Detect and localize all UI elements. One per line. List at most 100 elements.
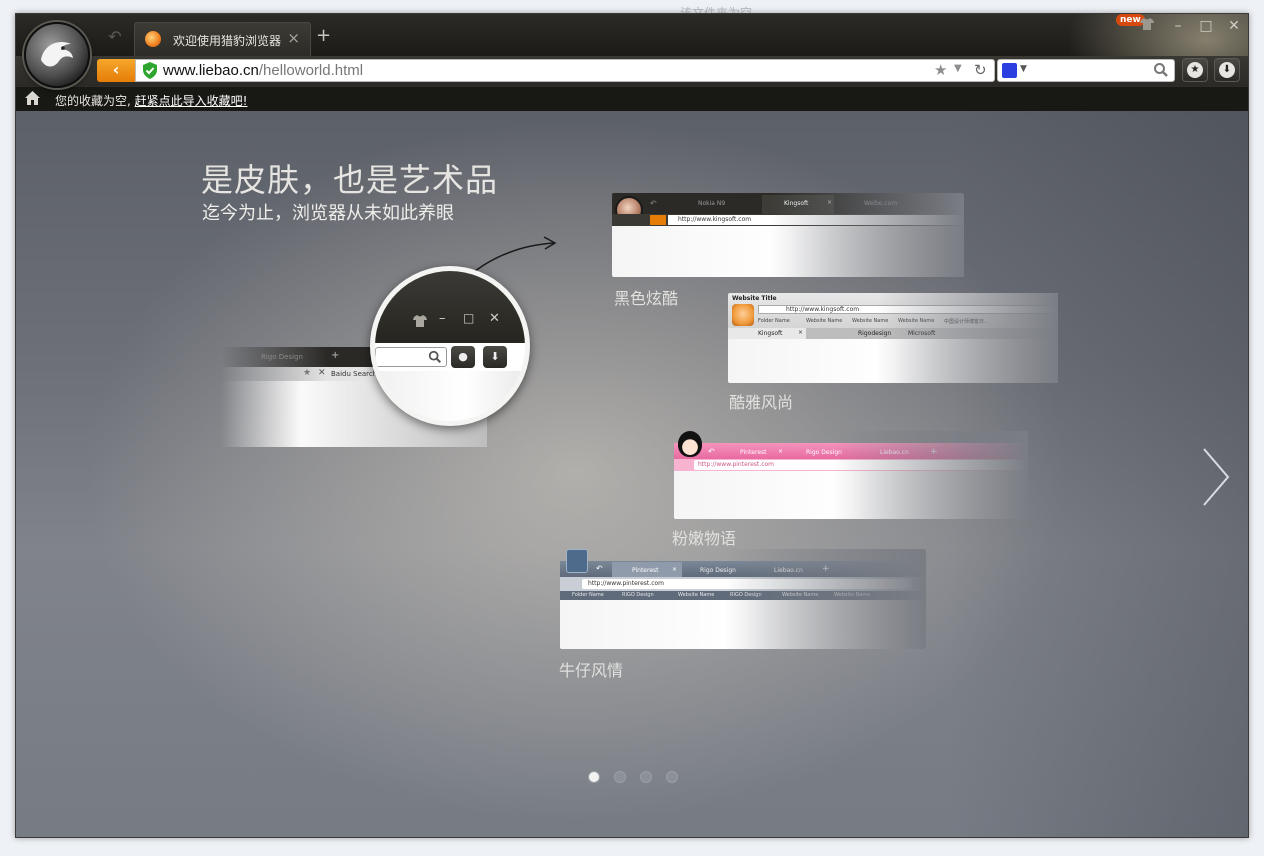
minimize-icon: –: [439, 311, 446, 326]
cheetah-logo-icon[interactable]: [24, 22, 90, 88]
avatar: [732, 304, 754, 326]
avatar: [678, 431, 702, 457]
skin-bookmark-1: Folder Name: [572, 592, 604, 598]
tab-welcome[interactable]: 欢迎使用猎豹浏览器 ×: [134, 22, 311, 56]
skin-bookmark-5: 中国设计师博客日...: [944, 319, 989, 325]
undo-close-tab-icon[interactable]: ↶: [102, 26, 128, 48]
skin-page: [560, 600, 926, 649]
star-icon: ★: [303, 368, 312, 378]
skin-tab-1: Pinterest: [632, 567, 659, 574]
skin-tab-3: Microsoft: [908, 330, 936, 337]
hero-subheadline: 迄今为止，浏览器从未如此养眼: [202, 203, 454, 224]
pager-dot-4[interactable]: [666, 771, 678, 783]
skin-tab-2: Rigodesign: [858, 330, 892, 337]
close-icon: ✕: [318, 368, 326, 378]
close-tab-icon[interactable]: ×: [287, 29, 300, 47]
minimize-icon[interactable]: –: [1170, 18, 1186, 34]
back-icon: ↶: [596, 564, 603, 573]
skin-tab-strip: [674, 443, 1028, 459]
search-icon: [428, 350, 441, 363]
skin-tab-strip: [612, 193, 964, 214]
pager-dot-2[interactable]: [614, 771, 626, 783]
skin-preview-denim[interactable]: ↶ Pinterest × Rigo Design Liebao.cn + ht…: [560, 549, 926, 649]
browser-window: ↶ 欢迎使用猎豹浏览器 × + new – □ ✕ ‹ www.liebao.c…: [15, 13, 1249, 838]
carousel-pager: [588, 771, 678, 783]
maximize-icon[interactable]: □: [1198, 18, 1214, 34]
plus-icon: +: [822, 564, 830, 574]
shirt-icon[interactable]: [1140, 18, 1154, 30]
pager-dot-3[interactable]: [640, 771, 652, 783]
skin-back-button: [650, 215, 666, 225]
download-icon: ⬇: [483, 346, 507, 368]
search-icon[interactable]: [1153, 62, 1169, 78]
hero-headline: 是皮肤，也是艺术品: [201, 161, 499, 199]
new-tab-button[interactable]: +: [316, 26, 331, 46]
skin-name-pink[interactable]: 粉嫩物语: [672, 525, 736, 549]
close-icon: ×: [827, 199, 833, 206]
skin-bookmark-5: Website Name: [782, 592, 819, 598]
favorites-button[interactable]: ★: [1182, 58, 1208, 82]
skin-window-title: Website Title: [732, 295, 777, 302]
plus-icon: +: [930, 447, 938, 457]
skin-url: http://www.kingsoft.com: [678, 216, 752, 223]
chevron-right-icon[interactable]: [1200, 447, 1232, 507]
pager-dot-1[interactable]: [588, 771, 600, 783]
skin-preview-pink[interactable]: ↶ Pinterest × Rigo Design Liebao.cn + ht…: [674, 431, 1028, 519]
close-icon: ✕: [489, 311, 500, 326]
url-path: /helloworld.html: [258, 62, 364, 79]
skin-active-tab: [762, 195, 834, 214]
skin-name-denim[interactable]: 牛仔风情: [559, 657, 623, 681]
refresh-icon[interactable]: ↻: [974, 61, 987, 79]
chevron-down-icon[interactable]: ▼: [1020, 64, 1027, 74]
close-icon: ×: [778, 448, 784, 455]
magnifier-lens: – □ ✕ ● ⬇: [370, 266, 530, 426]
welcome-page: 是皮肤，也是艺术品 迄今为止，浏览器从未如此养眼 Rigo Design + ★…: [16, 111, 1248, 837]
skin-name-elegant[interactable]: 酷雅风尚: [729, 389, 793, 413]
preview-search-label: Baidu Search: [331, 370, 378, 378]
lens-page: [375, 371, 525, 421]
plus-icon: +: [331, 350, 340, 361]
download-button[interactable]: ⬇: [1214, 58, 1240, 82]
search-input[interactable]: ▼: [997, 59, 1175, 82]
skin-name-black[interactable]: 黑色炫酷: [614, 285, 678, 309]
shield-icon: ●: [451, 346, 475, 368]
lens-chrome: [375, 271, 525, 343]
download-icon: ⬇: [1219, 62, 1235, 78]
skin-tab-2: Rigo Design: [700, 567, 736, 574]
skin-tab-1: Pinterest: [740, 449, 767, 456]
skin-bookmark-2: RIGO Design: [622, 592, 654, 598]
skin-tab-3: Liebao.cn: [880, 449, 909, 456]
close-icon: ×: [798, 329, 804, 336]
close-window-icon[interactable]: ✕: [1226, 18, 1242, 34]
back-button[interactable]: ‹: [97, 59, 135, 82]
skin-preview-black[interactable]: ↶ Nokia N9 Kingsoft × Weibo.com http://w…: [612, 193, 964, 277]
import-bookmarks-link[interactable]: 赶紧点此导入收藏吧!: [135, 94, 248, 108]
skin-bookmark-3: Website Name: [678, 592, 715, 598]
skin-bookmark-4: Website Name: [898, 318, 935, 324]
skin-bookmark-3: Website Name: [852, 318, 889, 324]
skin-url: http://www.kingsoft.com: [786, 306, 860, 313]
skin-tab-2: Rigo Design: [806, 449, 842, 456]
skin-url: http://www.pinterest.com: [588, 580, 665, 587]
bookmark-empty-text: 您的收藏为空,: [55, 94, 131, 108]
lens-search-box: [375, 347, 447, 367]
maximize-icon: □: [463, 311, 475, 325]
window-controls: – □ ✕: [1170, 14, 1242, 38]
close-icon: ×: [672, 566, 678, 573]
baidu-paw-icon[interactable]: [1002, 63, 1017, 78]
skin-preview-elegant[interactable]: Website Title http://www.kingsoft.com Fo…: [728, 293, 1058, 383]
chevron-down-icon[interactable]: ▼: [954, 63, 962, 74]
back-icon: ↶: [708, 447, 715, 456]
navigation-toolbar: ‹ www.liebao.cn/helloworld.html ★ ▼ ↻ ▼ …: [16, 56, 1248, 86]
url-text: www.liebao.cn/helloworld.html: [163, 62, 363, 79]
back-icon: ↶: [650, 199, 657, 208]
skin-tab-2: Kingsoft: [784, 200, 809, 207]
skin-page: [674, 471, 1028, 519]
address-bar[interactable]: www.liebao.cn/helloworld.html ★ ▼ ↻: [135, 59, 995, 82]
star-icon[interactable]: ★: [934, 61, 947, 79]
skin-bookmark-6: Website Name: [834, 592, 871, 598]
star-icon: ★: [1187, 62, 1203, 78]
home-icon[interactable]: [25, 91, 40, 105]
skin-tab-1: Kingsoft: [758, 330, 783, 337]
shirt-icon: [413, 315, 427, 327]
